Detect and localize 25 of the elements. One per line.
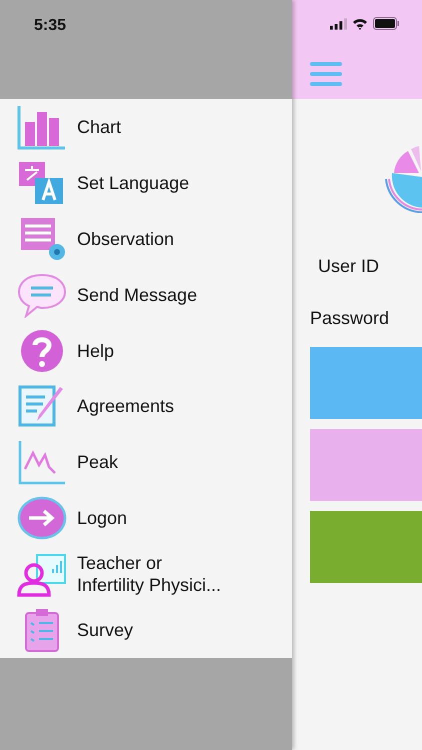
- field-label: Password: [310, 307, 390, 330]
- battery-icon: [373, 17, 400, 30]
- menu-item[interactable]: Observation: [0, 210, 292, 267]
- status-time: 5:35: [34, 17, 66, 34]
- presenter-icon: [17, 551, 67, 598]
- menu-item[interactable]: Send Message: [0, 266, 292, 323]
- speech-bubble-icon: [17, 272, 67, 318]
- signal-icon: [330, 18, 347, 30]
- field-label: User ID: [317, 255, 380, 278]
- wifi-icon: [352, 18, 368, 30]
- menu-item[interactable]: Help: [0, 322, 292, 379]
- menu-item[interactable]: Chart: [0, 99, 292, 155]
- menu-item[interactable]: Agreements: [0, 378, 292, 434]
- menu-item[interactable]: Teacher or Infertility Physici...: [0, 546, 292, 602]
- menu-icon[interactable]: [310, 61, 342, 87]
- menu-item[interactable]: Peak: [0, 434, 292, 490]
- arrow-circle-icon: [17, 495, 67, 542]
- menu-item[interactable]: Survey: [0, 602, 292, 658]
- line-chart-icon: [17, 439, 67, 486]
- menu-item[interactable]: Set Language: [0, 154, 292, 211]
- menu-item[interactable]: Logon: [0, 490, 292, 546]
- action-button[interactable]: [310, 347, 422, 419]
- action-button[interactable]: [310, 429, 422, 501]
- bar-chart-icon: [17, 104, 67, 150]
- action-button[interactable]: [310, 511, 422, 583]
